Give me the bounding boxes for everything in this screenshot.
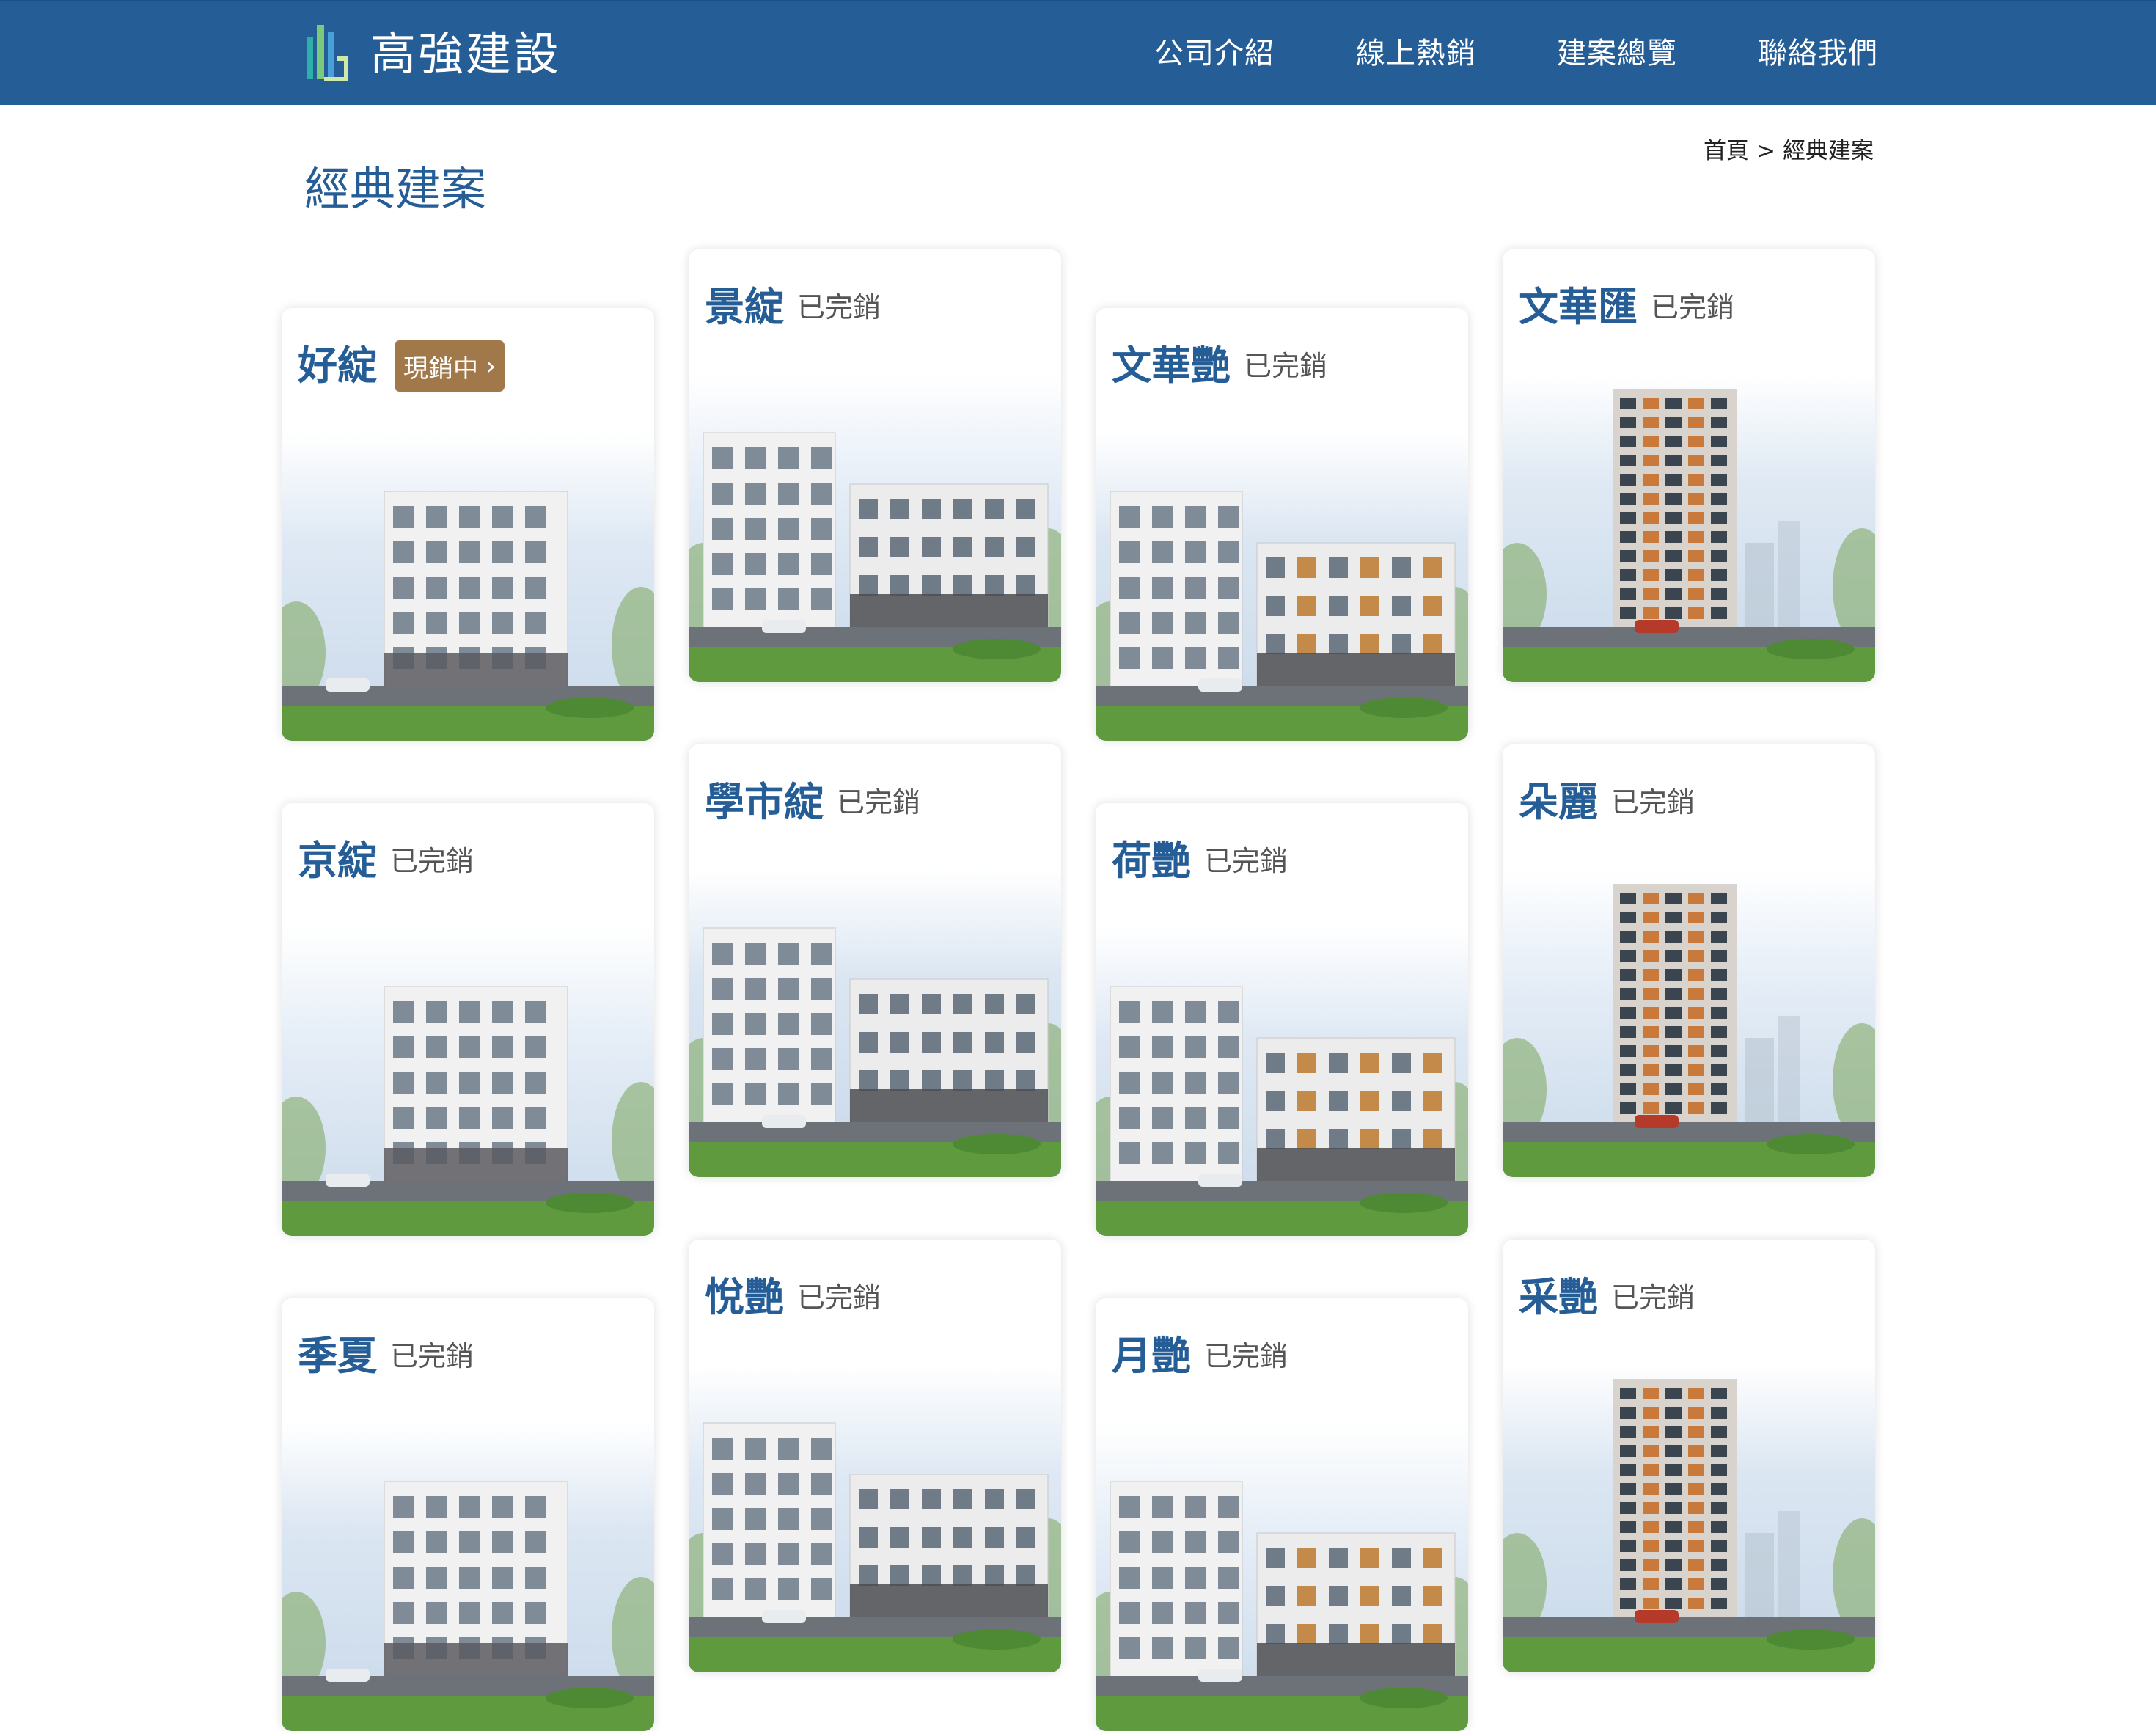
project-rendering-image[interactable] [1503,374,1875,682]
project-card[interactable]: 荷艷 已完銷 [1096,803,1468,1236]
project-rendering-image[interactable] [689,1364,1061,1672]
project-rendering-image[interactable] [282,1423,654,1731]
project-status: 已完銷 [1204,845,1288,877]
project-card-header: 月艷 已完銷 [1112,1331,1288,1382]
project-status: 已完銷 [1244,350,1328,382]
project-name[interactable]: 好綻 [298,340,377,392]
project-card-header: 好綻 現銷中 › [298,340,505,392]
project-card-header: 采艷 已完銷 [1519,1272,1695,1323]
project-rendering-image[interactable] [282,928,654,1236]
project-card[interactable]: 采艷 已完銷 [1503,1240,1875,1672]
project-name[interactable]: 京綻 [298,835,377,887]
project-name[interactable]: 季夏 [298,1331,377,1382]
project-rendering-image[interactable] [1096,1423,1468,1731]
project-rendering-image[interactable] [689,869,1061,1177]
project-status: 已完銷 [1651,291,1735,323]
project-name[interactable]: 采艷 [1519,1272,1598,1323]
project-card[interactable]: 景綻 已完銷 [689,249,1061,682]
project-status: 已完銷 [837,786,921,819]
project-card-header: 文華匯 已完銷 [1519,282,1734,333]
project-card-header: 荷艷 已完銷 [1112,835,1288,887]
project-card[interactable]: 月艷 已完銷 [1096,1298,1468,1731]
project-name[interactable]: 悅艷 [705,1272,784,1323]
project-name[interactable]: 文華匯 [1519,282,1638,333]
breadcrumb: 首頁 > 經典建案 [1704,135,1874,167]
project-card-header: 景綻 已完銷 [705,282,881,333]
project-name[interactable]: 文華艷 [1112,340,1231,392]
project-status: 已完銷 [390,1340,474,1372]
project-status: 已完銷 [1204,1340,1288,1372]
project-card[interactable]: 文華艷 已完銷 [1096,308,1468,741]
project-name[interactable]: 學市綻 [705,777,824,828]
project-name[interactable]: 荷艷 [1112,835,1191,887]
top-nav-bar: 高強建設 公司介紹 線上熱銷 建案總覽 聯絡我們 [0,0,2156,105]
project-rendering-image[interactable] [689,374,1061,682]
project-status: 已完銷 [1611,1281,1695,1314]
project-card[interactable]: 朵麗 已完銷 [1503,744,1875,1177]
project-card-header: 悅艷 已完銷 [705,1272,881,1323]
project-status: 已完銷 [1611,786,1695,819]
project-name[interactable]: 月艷 [1112,1331,1191,1382]
project-card-header: 季夏 已完銷 [298,1331,474,1382]
breadcrumb-separator: > [1756,138,1775,164]
breadcrumb-home-link[interactable]: 首頁 [1704,138,1749,164]
project-rendering-image[interactable] [1503,869,1875,1177]
nav-projects-overview[interactable]: 建案總覽 [1557,32,1677,75]
project-rendering-image[interactable] [282,433,654,741]
project-card[interactable]: 好綻 現銷中 › [282,308,654,741]
project-card[interactable]: 悅艷 已完銷 [689,1240,1061,1672]
nav-hot-sales[interactable]: 線上熱銷 [1356,32,1476,75]
project-card[interactable]: 文華匯 已完銷 [1503,249,1875,682]
now-selling-label: 現銷中 [403,354,478,384]
chevron-right-icon: › [485,351,496,381]
project-card[interactable]: 京綻 已完銷 [282,803,654,1236]
project-card-header: 朵麗 已完銷 [1519,777,1695,828]
nav-company-intro[interactable]: 公司介紹 [1154,32,1275,75]
project-name[interactable]: 景綻 [705,282,784,333]
project-card-header: 文華艷 已完銷 [1112,340,1327,392]
project-rendering-image[interactable] [1096,433,1468,741]
now-selling-button[interactable]: 現銷中 › [395,340,505,392]
project-card[interactable]: 季夏 已完銷 [282,1298,654,1731]
project-status: 已完銷 [390,845,474,877]
project-rendering-image[interactable] [1096,928,1468,1236]
project-card[interactable]: 學市綻 已完銷 [689,744,1061,1177]
project-status: 已完銷 [797,1281,881,1314]
project-name[interactable]: 朵麗 [1519,777,1598,828]
breadcrumb-current: 經典建案 [1783,138,1874,164]
page-title: 經典建案 [304,162,487,216]
main-nav: 公司介紹 線上熱銷 建案總覽 聯絡我們 [0,32,2156,76]
project-rendering-image[interactable] [1503,1364,1875,1672]
project-card-header: 學市綻 已完銷 [705,777,920,828]
nav-contact-us[interactable]: 聯絡我們 [1758,32,1878,75]
project-status: 已完銷 [797,291,881,323]
project-card-header: 京綻 已完銷 [298,835,474,887]
